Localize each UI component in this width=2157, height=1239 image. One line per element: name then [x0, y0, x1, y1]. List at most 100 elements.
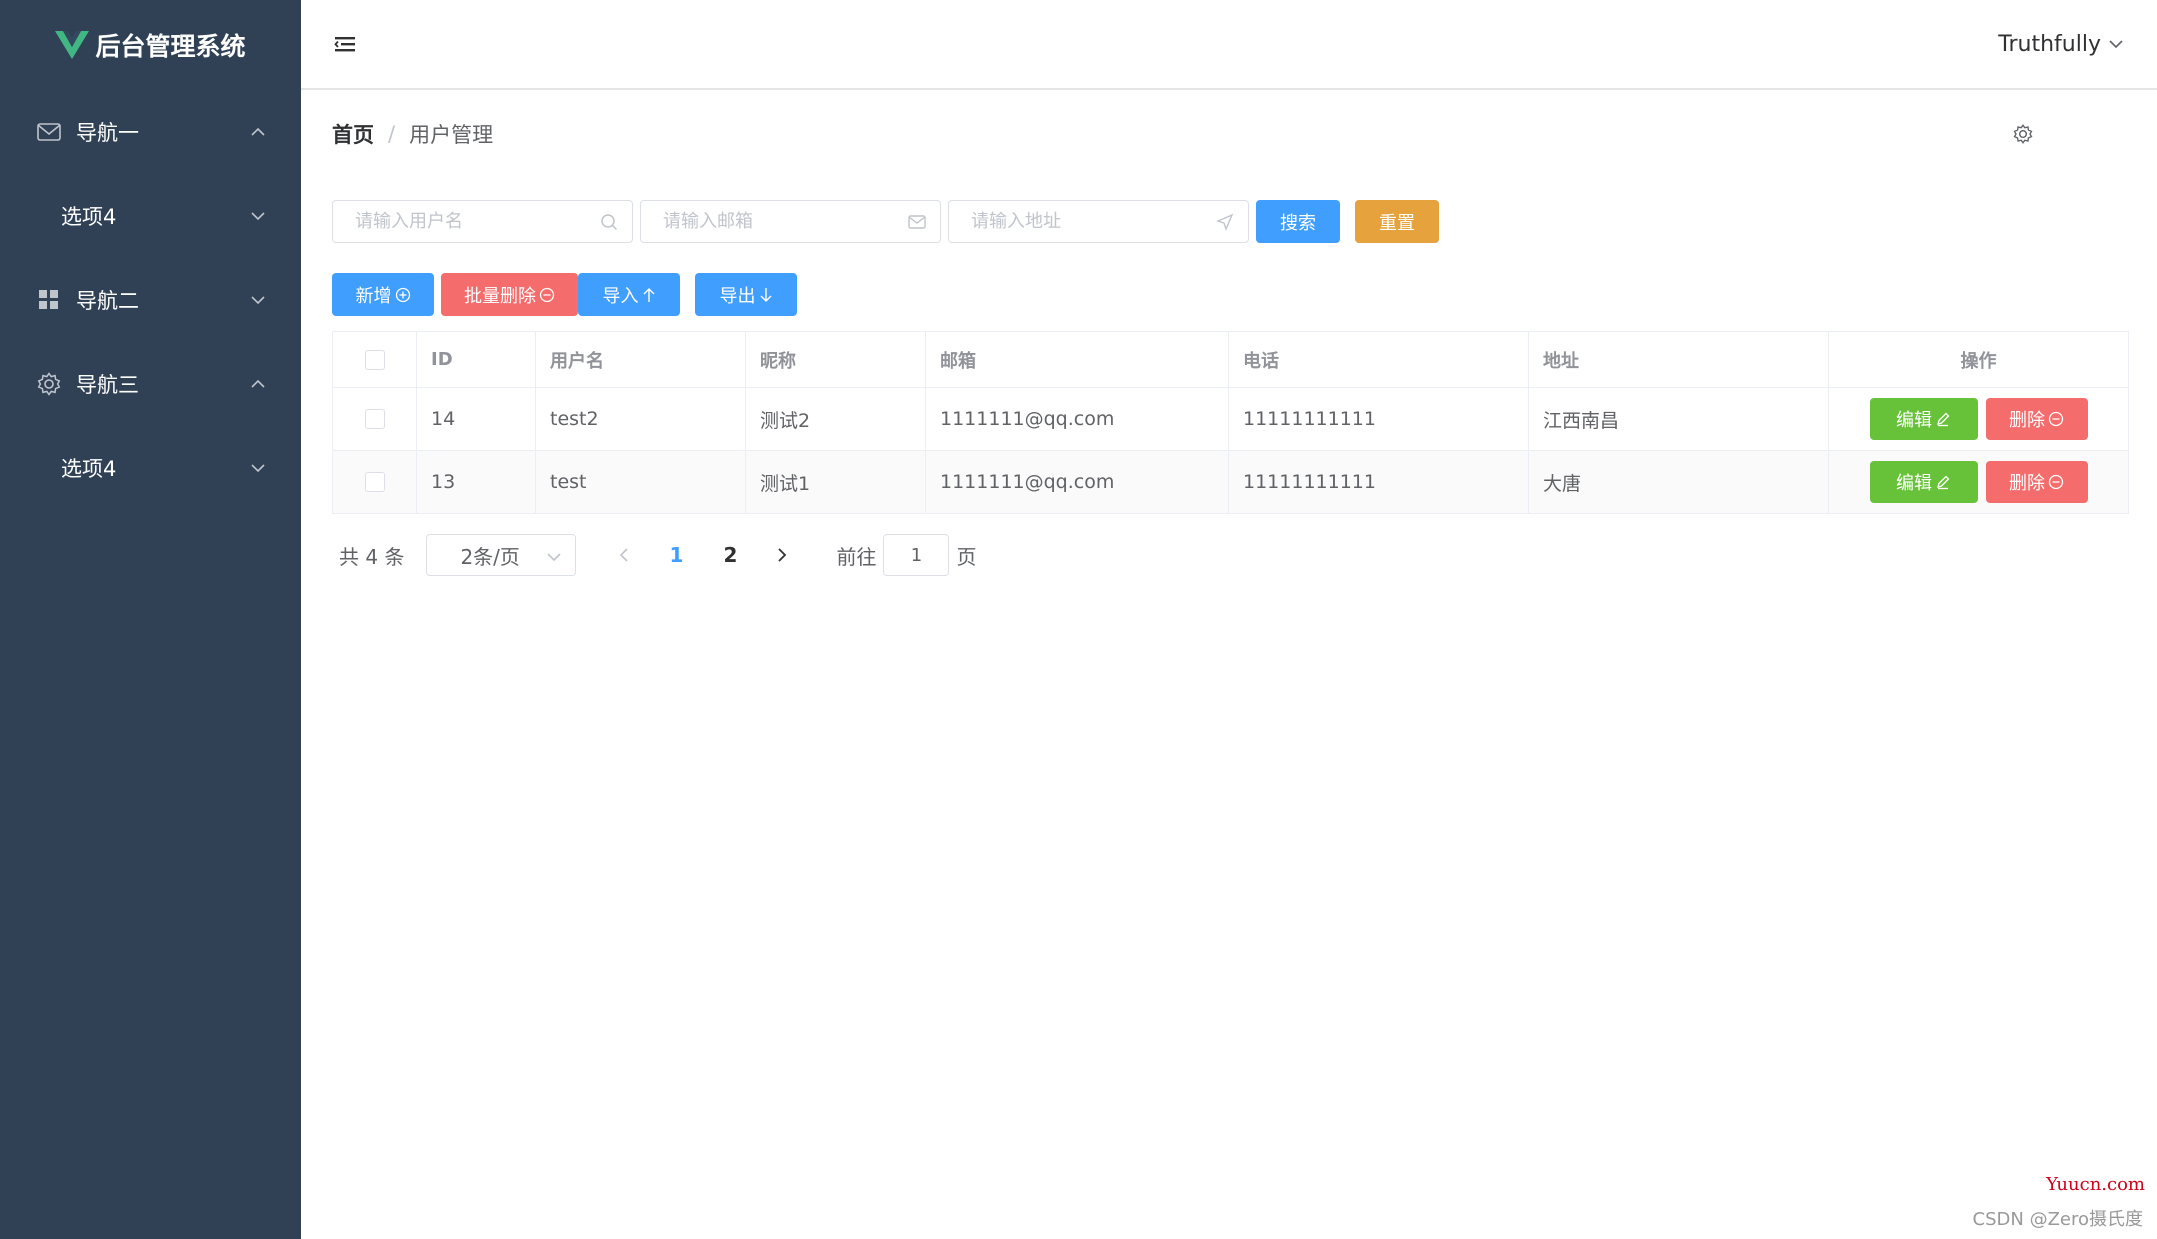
user-table: ID 用户名 昵称 邮箱 电话 地址 操作 14 test2 测试2 11111…: [332, 331, 2129, 514]
add-button-label: 新增: [355, 285, 392, 307]
action-toolbar: 新增 批量删除 导入 导出: [332, 273, 2128, 316]
reset-button[interactable]: 重置: [1355, 200, 1439, 243]
search-icon: [601, 214, 618, 231]
chevron-down-icon: [251, 296, 265, 305]
goto-suffix: 页: [956, 544, 977, 569]
column-header-username[interactable]: 用户名: [536, 332, 746, 387]
search-bar: 搜索 重置: [332, 200, 2128, 243]
table-row[interactable]: 14 test2 测试2 1111111@qq.com 11111111111 …: [333, 388, 2128, 451]
email-search-input[interactable]: [641, 201, 940, 242]
address-search-field: [948, 200, 1249, 243]
row-checkbox[interactable]: [364, 472, 385, 492]
next-page-button[interactable]: [768, 541, 796, 569]
chevron-right-icon: [778, 548, 787, 562]
user-dropdown[interactable]: Truthfully: [1998, 32, 2125, 57]
main-content: 首页 / 用户管理 搜索 重置: [301, 92, 2157, 1239]
page-size-value: 2条/页: [460, 544, 520, 569]
cell-id: 13: [417, 451, 536, 513]
username-search-field: [332, 200, 633, 243]
import-button[interactable]: 导入: [578, 273, 680, 316]
delete-button[interactable]: 删除: [1985, 398, 2088, 440]
delete-label: 删除: [2009, 473, 2045, 494]
position-icon: [1216, 213, 1234, 231]
breadcrumb-row: 首页 / 用户管理: [332, 92, 2128, 176]
pagination-total: 共 4 条: [339, 544, 405, 569]
import-label: 导入: [602, 285, 639, 307]
cell-email: 1111111@qq.com: [926, 451, 1229, 513]
table-row[interactable]: 13 test 测试1 1111111@qq.com 11111111111 大…: [333, 451, 2128, 513]
edit-button[interactable]: 编辑: [1869, 461, 1978, 503]
breadcrumb-home[interactable]: 首页: [332, 119, 374, 149]
sidebar-item-nav3[interactable]: 导航三: [0, 342, 301, 426]
vue-logo-icon: [55, 31, 90, 59]
edit-label: 编辑: [1896, 410, 1932, 431]
sidebar-item-option4-a[interactable]: 选项4: [0, 174, 301, 258]
cell-actions: 编辑 删除: [1829, 451, 2128, 513]
menu-grid-icon: [36, 287, 62, 313]
goto-page-input[interactable]: [883, 534, 950, 576]
cell-nickname: 测试1: [746, 451, 926, 513]
header-check-cell: [333, 332, 417, 387]
circle-minus-icon: [539, 287, 555, 302]
username-search-input[interactable]: [333, 201, 632, 242]
cell-email: 1111111@qq.com: [926, 388, 1229, 450]
sidebar: 后台管理系统 导航一 选项4 导航二 导航三 选项4: [0, 0, 301, 1239]
arrow-up-icon: [643, 287, 654, 302]
page-number-1[interactable]: 1: [658, 543, 694, 567]
username-label: Truthfully: [1998, 31, 2101, 57]
cell-actions: 编辑 删除: [1829, 388, 2128, 450]
batch-delete-button[interactable]: 批量删除: [441, 273, 578, 316]
column-header-address[interactable]: 地址: [1529, 332, 1829, 387]
chevron-left-icon: [620, 548, 629, 562]
column-header-phone[interactable]: 电话: [1229, 332, 1529, 387]
sidebar-item-nav2[interactable]: 导航二: [0, 258, 301, 342]
page-size-select[interactable]: 2条/页: [426, 534, 577, 576]
edit-pen-icon: [1937, 475, 1950, 490]
chevron-down-icon: [251, 212, 265, 221]
export-label: 导出: [719, 285, 756, 307]
sidebar-item-label: 导航一: [76, 121, 139, 145]
prev-page-button[interactable]: [610, 541, 638, 569]
address-search-input[interactable]: [949, 201, 1248, 242]
setting-icon: [36, 371, 62, 397]
app-root: 后台管理系统 导航一 选项4 导航二 导航三 选项4 Truthfully 首页…: [0, 0, 2157, 1239]
arrow-down-icon: [760, 287, 771, 302]
sidebar-item-label: 选项4: [61, 205, 117, 229]
edit-pen-icon: [1937, 412, 1950, 427]
column-header-id[interactable]: ID: [417, 332, 536, 387]
search-button[interactable]: 搜索: [1256, 200, 1340, 243]
row-check-cell: [333, 388, 417, 450]
cell-username: test: [536, 451, 746, 513]
row-checkbox[interactable]: [364, 409, 385, 429]
breadcrumb: 首页 / 用户管理: [332, 119, 493, 149]
goto-prefix: 前往: [836, 544, 877, 569]
row-check-cell: [333, 451, 417, 513]
select-all-checkbox[interactable]: [364, 349, 385, 370]
email-search-field: [640, 200, 941, 243]
sidebar-item-option4-b[interactable]: 选项4: [0, 426, 301, 510]
cell-id: 14: [417, 388, 536, 450]
settings-gear-icon[interactable]: [2012, 123, 2034, 145]
collapse-menu-icon[interactable]: [333, 33, 357, 55]
site-watermark: Yuucn.com: [2046, 1174, 2145, 1195]
app-title: 后台管理系统: [95, 32, 246, 61]
circle-minus-icon: [2048, 411, 2064, 427]
page-number-2[interactable]: 2: [712, 543, 748, 567]
edit-button[interactable]: 编辑: [1869, 398, 1978, 440]
circle-plus-icon: [395, 287, 410, 302]
cell-address: 江西南昌: [1529, 388, 1829, 450]
cell-username: test2: [536, 388, 746, 450]
sidebar-item-nav1[interactable]: 导航一: [0, 90, 301, 174]
sidebar-item-label: 导航三: [76, 373, 139, 397]
pagination: 共 4 条 2条/页 1 2 前往 页: [332, 534, 2128, 576]
column-header-email[interactable]: 邮箱: [926, 332, 1229, 387]
app-logo[interactable]: 后台管理系统: [0, 0, 301, 90]
table-header-row: ID 用户名 昵称 邮箱 电话 地址 操作: [333, 332, 2128, 388]
sidebar-item-label: 选项4: [61, 457, 117, 481]
delete-button[interactable]: 删除: [1985, 461, 2088, 503]
column-header-nickname[interactable]: 昵称: [746, 332, 926, 387]
add-button[interactable]: 新增: [332, 273, 434, 316]
cell-nickname: 测试2: [746, 388, 926, 450]
export-button[interactable]: 导出: [695, 273, 797, 316]
cell-address: 大唐: [1529, 451, 1829, 513]
